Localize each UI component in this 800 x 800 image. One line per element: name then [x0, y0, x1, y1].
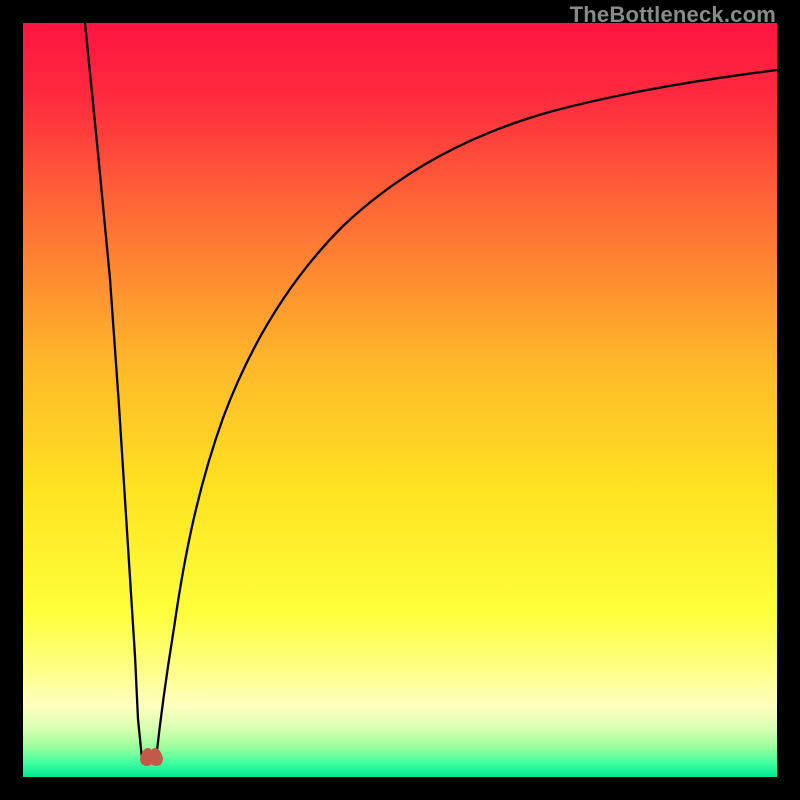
gradient-rect: [23, 23, 777, 777]
plot-area: [23, 23, 777, 777]
chart-frame: TheBottleneck.com: [0, 0, 800, 800]
watermark-text: TheBottleneck.com: [570, 2, 776, 28]
heat-gradient-background: [23, 23, 777, 777]
